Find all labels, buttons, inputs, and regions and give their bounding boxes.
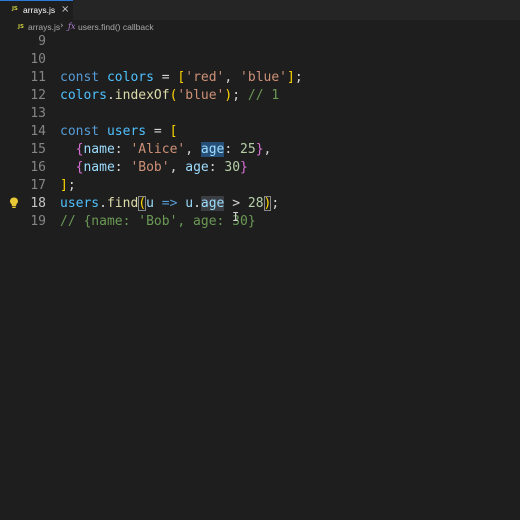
line-number: 11	[30, 70, 46, 85]
line-number: 13	[30, 106, 46, 121]
code-line[interactable]: 17 ];	[0, 177, 520, 195]
code-line[interactable]: 10	[0, 51, 520, 69]
highlighted-occurrence: age	[200, 142, 225, 157]
highlighted-occurrence: age	[200, 196, 225, 211]
code-line-active[interactable]: 18 users.find(u => u.age > 28);	[0, 195, 520, 213]
code-line[interactable]: 16 {name: 'Bob', age: 30}	[0, 159, 520, 177]
function-icon: ƒx	[68, 22, 76, 31]
matching-bracket: (	[138, 196, 147, 211]
code-text: {name: 'Alice', age: 25},	[75, 142, 272, 157]
breadcrumb-symbol[interactable]: users.find() callback	[78, 22, 154, 32]
line-number: 19	[30, 214, 46, 229]
code-line[interactable]: 13	[0, 105, 520, 123]
line-number: 18	[30, 196, 46, 211]
line-number: 10	[30, 52, 46, 67]
editor-window: JS arrays.js × JS arrays.js › ƒx users.f…	[0, 0, 520, 520]
close-icon[interactable]: ×	[61, 3, 69, 17]
tab-arrays-js[interactable]: JS arrays.js ×	[0, 0, 73, 20]
code-line[interactable]: 11 const colors = ['red', 'blue'];	[0, 69, 520, 87]
line-number: 16	[30, 160, 46, 175]
code-line[interactable]: 15 {name: 'Alice', age: 25},	[0, 141, 520, 159]
tab-label: arrays.js	[23, 5, 56, 15]
code-line[interactable]: 12 colors.indexOf('blue'); // 1	[0, 87, 520, 105]
code-text: users.find(u => u.age > 28);	[60, 196, 280, 211]
line-number: 17	[30, 178, 46, 193]
code-line[interactable]: 14 const users = [	[0, 123, 520, 141]
code-text: ];	[60, 178, 76, 193]
tab-bar: JS arrays.js ×	[0, 0, 520, 20]
code-text: // {name: 'Bob', age: 30}	[60, 214, 256, 229]
breadcrumb-file[interactable]: arrays.js	[28, 22, 60, 32]
text-cursor-icon: I	[232, 210, 240, 224]
chevron-right-icon: ›	[60, 21, 64, 31]
line-number: 14	[30, 124, 46, 139]
line-number: 15	[30, 142, 46, 157]
line-number: 9	[38, 34, 46, 49]
code-text: const users = [	[60, 124, 178, 139]
code-editor[interactable]: 9 10 11 const colors = ['red', 'blue']; …	[0, 33, 520, 520]
code-text: const colors = ['red', 'blue'];	[60, 70, 303, 85]
js-file-icon: JS	[12, 6, 18, 12]
code-line[interactable]: 19 // {name: 'Bob', age: 30}	[0, 213, 520, 231]
line-number: 12	[30, 88, 46, 103]
code-text: colors.indexOf('blue'); // 1	[60, 88, 280, 103]
code-line[interactable]: 9	[0, 33, 520, 51]
js-file-icon: JS	[18, 24, 25, 30]
code-text: {name: 'Bob', age: 30}	[75, 160, 248, 175]
lightbulb-icon[interactable]	[9, 197, 19, 209]
